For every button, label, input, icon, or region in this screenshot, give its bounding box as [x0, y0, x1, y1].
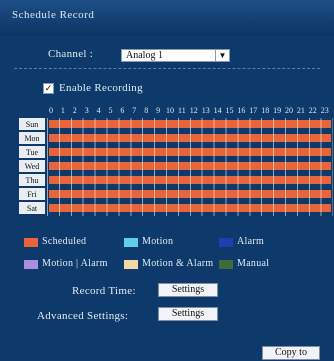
hour-label: 2: [72, 106, 77, 115]
hour-label: 14: [213, 106, 222, 115]
hour-label: 3: [84, 106, 89, 115]
hour-label: 13: [201, 106, 210, 115]
legend-label: Motion | Alarm: [42, 258, 108, 269]
day-label: Thu: [19, 174, 45, 187]
schedule-record-dialog: Schedule Record Channel : Analog 1 ▼ ✓ E…: [0, 0, 334, 361]
hour-label: 20: [285, 106, 293, 115]
hour-label: 11: [178, 106, 186, 115]
legend-label: Scheduled: [42, 236, 87, 247]
copy-to-button[interactable]: Copy to: [262, 346, 320, 360]
hour-label: 23: [320, 106, 329, 115]
hour-label: 5: [108, 106, 113, 115]
hour-label: 22: [308, 106, 317, 115]
legend-label: Motion: [142, 236, 174, 247]
schedule-bar[interactable]: [49, 120, 331, 128]
legend-label: Alarm: [237, 236, 265, 247]
schedule-row[interactable]: Fri: [19, 188, 331, 201]
schedule-bar[interactable]: [49, 176, 331, 184]
day-label: Tue: [19, 146, 45, 159]
hour-label: 8: [144, 106, 149, 115]
legend-label: Manual: [237, 258, 270, 269]
hour-label: 12: [189, 106, 198, 115]
legend-label: Motion & Alarm: [142, 258, 214, 269]
channel-label: Channel :: [48, 48, 94, 60]
schedule-row[interactable]: Wed: [19, 160, 331, 173]
enable-recording-label: Enable Recording: [59, 82, 143, 94]
legend-swatch: [219, 260, 233, 269]
schedule-bar[interactable]: [49, 162, 331, 170]
day-label: Wed: [19, 160, 45, 173]
channel-select-value: Analog 1: [126, 50, 163, 61]
legend-swatch: [24, 260, 38, 269]
legend-swatch: [219, 238, 233, 247]
day-label: Mon: [19, 132, 45, 145]
schedule-grid[interactable]: 0 1 2 3 4 5 6 7 8 9 10 11 12 13 14 15 16 17 18 19 20 21 22 23 S…: [19, 106, 333, 224]
legend-swatch: [124, 260, 138, 269]
hour-label: 21: [296, 106, 305, 115]
hour-label: 6: [120, 106, 125, 115]
legend-swatch: [124, 238, 138, 247]
schedule-bar[interactable]: [49, 204, 331, 212]
schedule-row[interactable]: Mon: [19, 132, 331, 145]
legend-swatch: [24, 238, 38, 247]
hour-label: 19: [273, 106, 282, 115]
hour-label: 10: [166, 106, 174, 115]
hour-label: 17: [249, 106, 258, 115]
hour-label: 1: [60, 106, 65, 115]
hour-header: 0 1 2 3 4 5 6 7 8 9 10 11 12 13 14 15 16 17 18 19 20 21 22 23: [45, 106, 331, 118]
enable-recording-checkbox[interactable]: ✓: [43, 83, 54, 94]
chevron-down-icon[interactable]: ▼: [215, 50, 229, 61]
day-label: Sat: [19, 202, 45, 215]
dialog-titlebar[interactable]: Schedule Record: [0, 0, 334, 36]
hour-label: 15: [225, 106, 234, 115]
channel-select[interactable]: Analog 1 ▼: [121, 49, 230, 62]
hour-label: 9: [156, 106, 161, 115]
schedule-bar[interactable]: [49, 134, 331, 142]
advanced-settings-button[interactable]: Settings: [158, 307, 218, 321]
record-time-label: Record Time:: [72, 285, 136, 297]
schedule-bar[interactable]: [49, 190, 331, 198]
hour-label: 18: [261, 106, 270, 115]
hour-label: 16: [237, 106, 246, 115]
record-time-settings-button[interactable]: Settings: [158, 283, 218, 297]
hour-label: 7: [132, 106, 137, 115]
schedule-row[interactable]: Tue: [19, 146, 331, 159]
schedule-bar[interactable]: [49, 148, 331, 156]
schedule-row[interactable]: Sat: [19, 202, 331, 215]
day-label: Fri: [19, 188, 45, 201]
schedule-row[interactable]: Thu: [19, 174, 331, 187]
schedule-row[interactable]: Sun: [19, 118, 331, 131]
section-divider: [14, 68, 320, 69]
hour-label: 4: [96, 106, 101, 115]
day-label: Sun: [19, 118, 45, 131]
hour-label: 0: [49, 106, 53, 115]
dialog-title: Schedule Record: [12, 9, 95, 21]
advanced-settings-label: Advanced Settings:: [37, 310, 129, 322]
